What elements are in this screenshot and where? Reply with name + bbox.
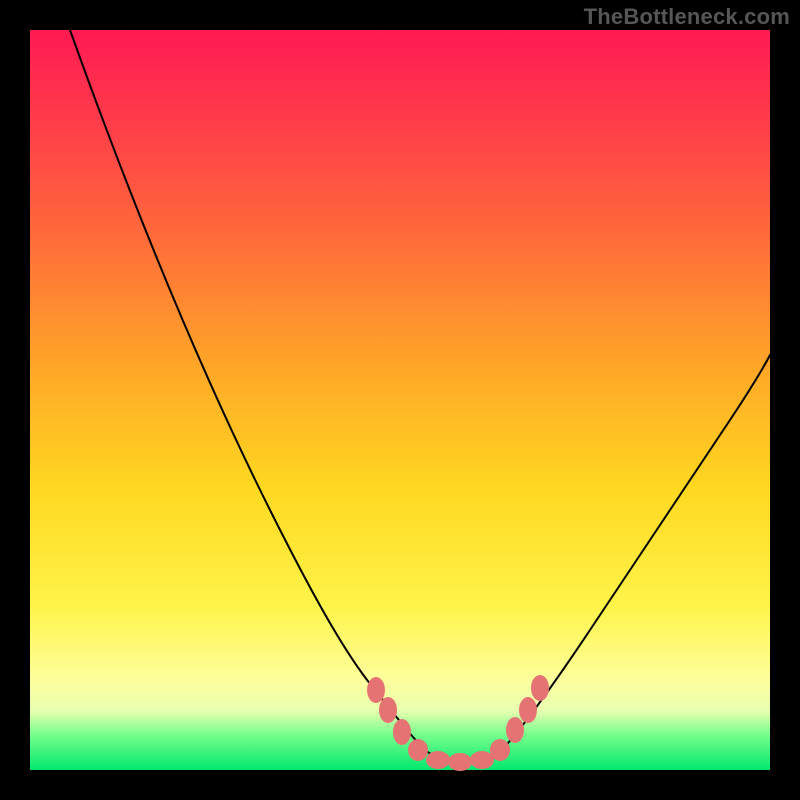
marker-dot	[367, 677, 385, 703]
marker-dot	[408, 739, 428, 761]
chart-plot-area	[30, 30, 770, 770]
marker-dot	[448, 753, 472, 771]
marker-dot	[490, 739, 510, 761]
watermark-text: TheBottleneck.com	[584, 4, 790, 30]
marker-dot	[379, 697, 397, 723]
marker-dot	[470, 751, 494, 769]
marker-dot	[393, 719, 411, 745]
marker-dot	[426, 751, 450, 769]
valley-markers	[367, 675, 549, 771]
marker-dot	[506, 717, 524, 743]
chart-frame: TheBottleneck.com	[0, 0, 800, 800]
bottleneck-curve	[30, 30, 770, 770]
curve-left-branch	[70, 30, 425, 750]
marker-dot	[519, 697, 537, 723]
marker-dot	[531, 675, 549, 701]
